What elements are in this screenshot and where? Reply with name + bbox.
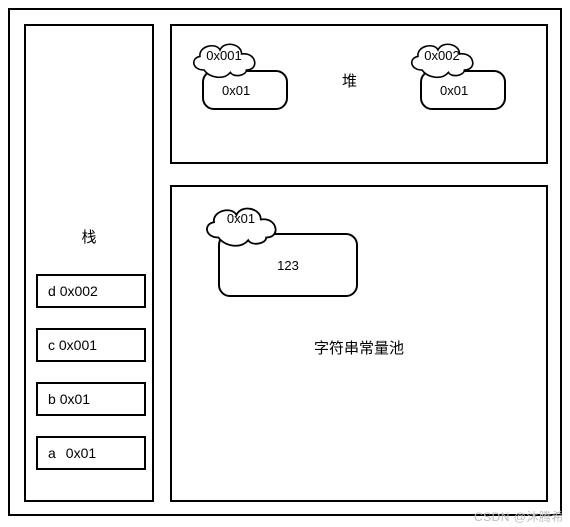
scp-addr: 0x01 bbox=[196, 211, 286, 226]
stack-var-label: d bbox=[48, 283, 56, 299]
stack-title: 栈 bbox=[26, 226, 152, 247]
string-constant-pool-panel: 字符串常量池 0x01 123 bbox=[170, 185, 548, 502]
heap-object-addr: 0x002 bbox=[402, 48, 482, 63]
stack-entry-a: a 0x01 bbox=[36, 436, 146, 470]
stack-var-addr: 0x001 bbox=[59, 337, 97, 353]
stack-var-addr: 0x01 bbox=[60, 391, 90, 407]
heap-object-value: 0x01 bbox=[222, 83, 250, 98]
heap-title: 堆 bbox=[342, 70, 357, 91]
watermark: CSDN @沐腾希 bbox=[474, 508, 564, 525]
cloud-icon: 0x001 bbox=[184, 34, 264, 82]
stack-entry-c: c 0x001 bbox=[36, 328, 146, 362]
cloud-icon: 0x01 bbox=[196, 197, 286, 251]
stack-var-addr: 0x002 bbox=[60, 283, 98, 299]
stack-var-addr: 0x01 bbox=[66, 445, 96, 461]
heap-panel: 堆 0x001 0x01 0x002 0x01 bbox=[170, 24, 548, 164]
stack-var-label: a bbox=[48, 445, 56, 461]
stack-var-label: b bbox=[48, 391, 56, 407]
stack-entry-d: d 0x002 bbox=[36, 274, 146, 308]
stack-entry-b: b 0x01 bbox=[36, 382, 146, 416]
cloud-icon: 0x002 bbox=[402, 34, 482, 82]
scp-value: 123 bbox=[277, 258, 299, 273]
stack-panel: 栈 d 0x002 c 0x001 b 0x01 a 0x01 bbox=[24, 24, 154, 502]
memory-diagram-outer: 栈 d 0x002 c 0x001 b 0x01 a 0x01 堆 0x001 … bbox=[8, 8, 562, 516]
heap-object-value: 0x01 bbox=[440, 83, 468, 98]
heap-object-addr: 0x001 bbox=[184, 48, 264, 63]
stack-var-label: c bbox=[48, 337, 55, 353]
scp-title: 字符串常量池 bbox=[172, 337, 546, 358]
